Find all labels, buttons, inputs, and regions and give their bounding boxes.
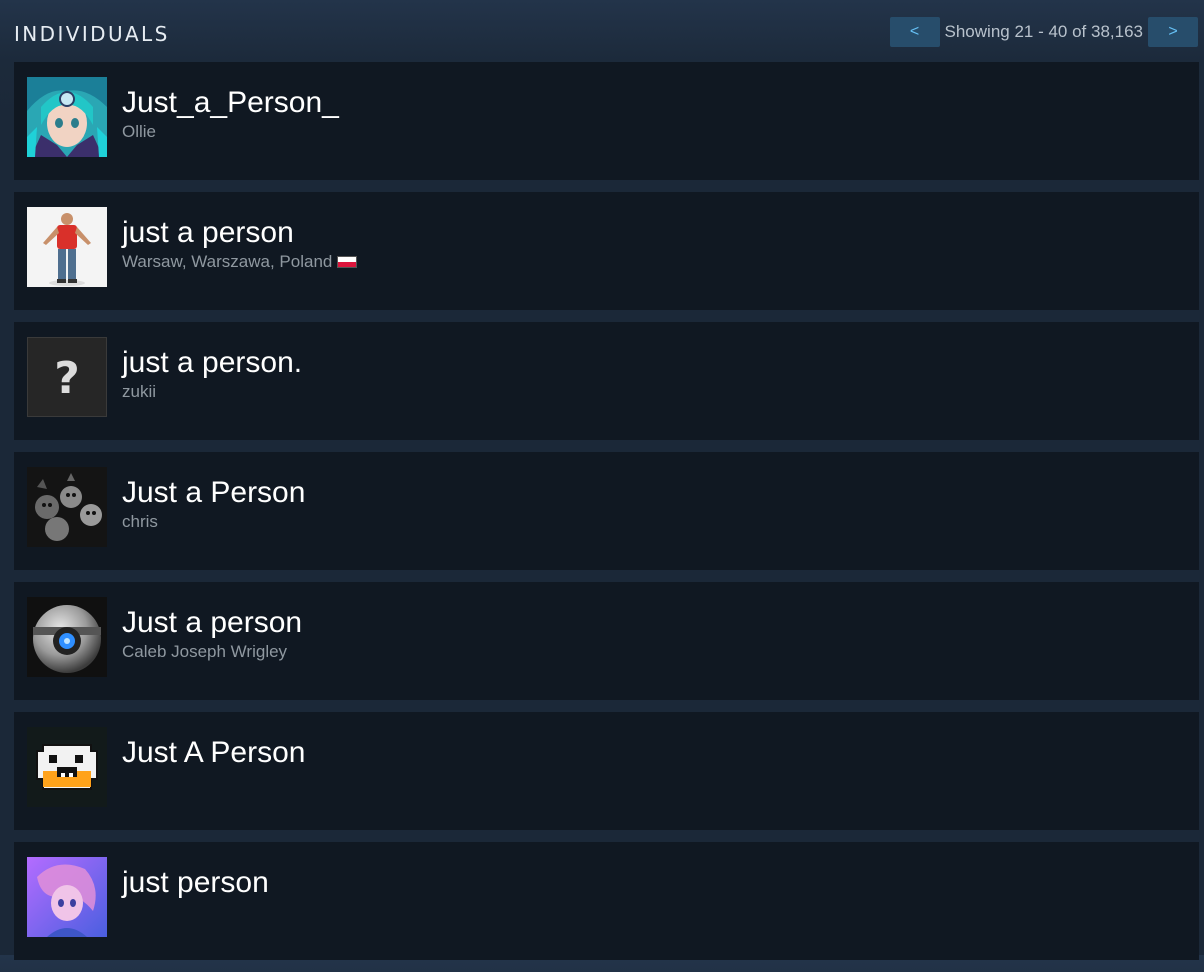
purple-anime-avatar[interactable]	[27, 857, 107, 937]
list-item[interactable]: Just_a_Person_ Ollie	[14, 62, 1199, 180]
anime-teal-hair-avatar[interactable]	[27, 77, 107, 157]
monochrome-teletubbies-avatar[interactable]	[27, 467, 107, 547]
persona-name[interactable]: just person	[122, 866, 269, 900]
pagination: < Showing 21 - 40 of 38,163 >	[889, 17, 1198, 47]
section-title: INDIVIDUALS	[14, 22, 170, 46]
svg-text:?: ?	[54, 353, 80, 404]
real-name: Caleb Joseph Wrigley	[122, 642, 287, 662]
pixel-creature-avatar[interactable]	[27, 727, 107, 807]
real-name-text: Caleb Joseph Wrigley	[122, 642, 288, 661]
question-mark-avatar[interactable]: ?	[27, 337, 107, 417]
results-header: INDIVIDUALS < Showing 21 - 40 of 38,163 …	[0, 0, 1204, 60]
3d-man-red-shirt-avatar[interactable]	[27, 207, 107, 287]
real-name-text: zukii	[122, 382, 157, 401]
location-text: Warsaw, Warszawa, Poland	[122, 252, 333, 271]
poland-flag-icon	[337, 256, 358, 268]
list-item[interactable]: just a person Warsaw, Warszawa, Poland	[14, 192, 1199, 310]
results-list: Just_a_Person_ Ollie just a person Warsa…	[14, 62, 1199, 972]
list-item[interactable]: Just a Person chris	[14, 452, 1199, 570]
persona-name[interactable]: just a person.	[122, 346, 302, 380]
next-page-button[interactable]: >	[1148, 17, 1198, 47]
location: Warsaw, Warszawa, Poland	[122, 252, 358, 272]
persona-name[interactable]: just a person	[122, 216, 294, 250]
pagination-status: Showing 21 - 40 of 38,163	[944, 22, 1143, 41]
list-item[interactable]: ? just a person. zukii	[14, 322, 1199, 440]
real-name: zukii	[122, 382, 156, 402]
real-name: chris	[122, 512, 158, 532]
persona-name[interactable]: Just a person	[122, 606, 302, 640]
prev-page-button[interactable]: <	[889, 17, 940, 47]
real-name: Ollie	[122, 122, 156, 142]
list-item[interactable]: just person	[14, 842, 1199, 960]
list-item[interactable]: Just a person Caleb Joseph Wrigley	[14, 582, 1199, 700]
list-item[interactable]: Just A Person	[14, 712, 1199, 830]
persona-name[interactable]: Just_a_Person_	[122, 86, 339, 120]
persona-name[interactable]: Just a Person	[122, 476, 305, 510]
persona-name[interactable]: Just A Person	[122, 736, 305, 770]
real-name-text: Ollie	[122, 122, 157, 141]
real-name-text: chris	[122, 512, 158, 531]
wheatley-robot-avatar[interactable]	[27, 597, 107, 677]
